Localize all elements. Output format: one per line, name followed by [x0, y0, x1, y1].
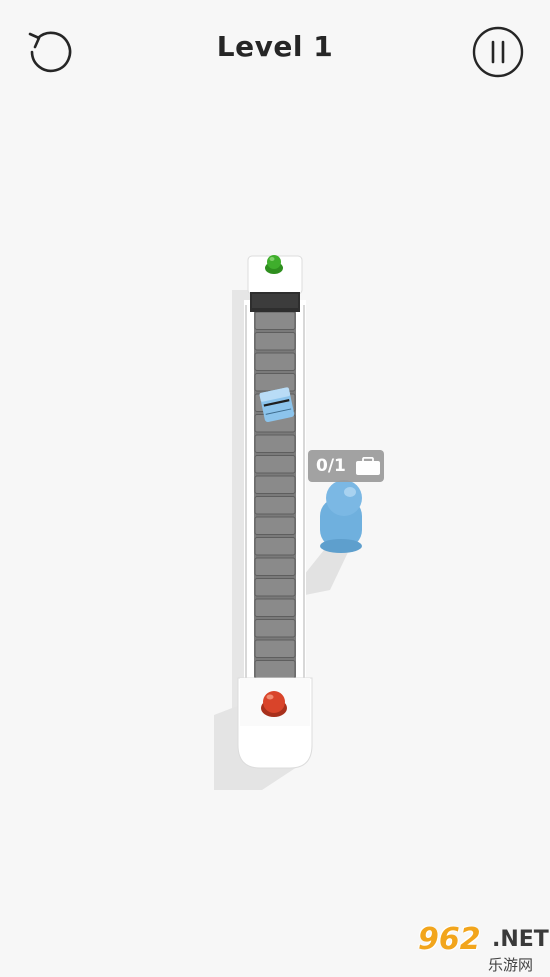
conveyor-slat — [254, 311, 296, 330]
game-scene — [214, 255, 362, 790]
luggage-counter-badge: 0/1 — [308, 450, 384, 482]
conveyor-slat — [254, 639, 296, 658]
conveyor-slat — [254, 373, 296, 392]
conveyor-slat — [254, 537, 296, 556]
conveyor-slat — [254, 475, 296, 494]
conveyor-slat — [254, 352, 296, 371]
conveyor-slat — [254, 455, 296, 474]
conveyor-slat — [254, 598, 296, 617]
luggage[interactable] — [259, 387, 295, 423]
watermark-domain: .NET — [492, 927, 549, 952]
conveyor-slat — [254, 578, 296, 597]
suitcase-icon — [356, 457, 380, 475]
conveyor-slat — [254, 434, 296, 453]
luggage-counter: 0/1 — [316, 456, 346, 476]
watermark-logo: 962 .NET 乐游网 — [418, 922, 549, 974]
conveyor-slat — [254, 332, 296, 351]
pause-icon — [472, 26, 524, 78]
level-title: Level 1 — [216, 30, 334, 63]
game-screen: Level 1 0/1 962 .NET 乐游网 — [0, 0, 550, 977]
conveyor-slat — [254, 660, 296, 679]
conveyor-slat — [254, 516, 296, 535]
conveyor-slats — [254, 311, 296, 699]
conveyor-slat — [254, 557, 296, 576]
conveyor-slat — [254, 496, 296, 515]
pause-button[interactable] — [472, 26, 524, 78]
watermark-brand: 962 — [418, 922, 481, 957]
passenger[interactable] — [320, 480, 362, 553]
conveyor-slat — [254, 619, 296, 638]
watermark-sub: 乐游网 — [488, 956, 534, 974]
